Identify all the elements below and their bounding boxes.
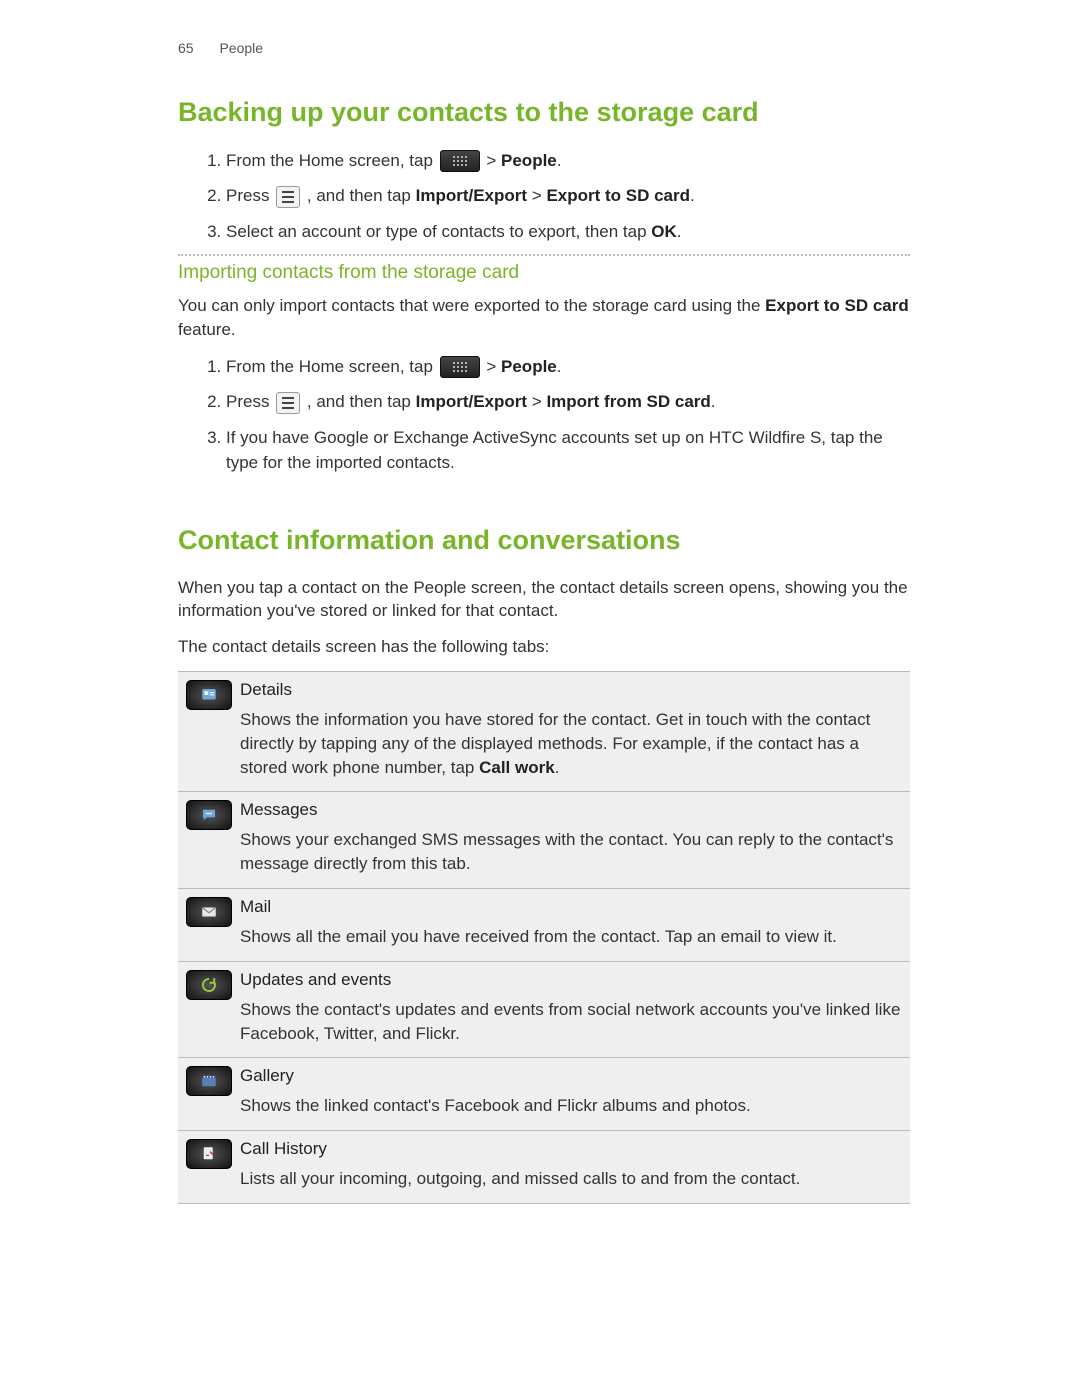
table-row: Messages Shows your exchanged SMS messag… [178,792,910,889]
heading-contact-info: Contact information and conversations [178,524,910,558]
details-icon [186,680,232,710]
section-name: People [219,40,263,56]
backup-step-3: Select an account or type of contacts to… [226,219,910,245]
contact-info-p2: The contact details screen has the follo… [178,635,910,659]
page-header: 65 People [178,40,910,56]
tab-desc: Shows all the email you have received fr… [240,925,902,949]
subheading-import: Importing contacts from the storage card [178,262,910,284]
tab-title: Messages [240,800,902,820]
updates-icon [186,970,232,1000]
heading-backup: Backing up your contacts to the storage … [178,96,910,130]
mail-icon [186,897,232,927]
menu-icon [276,392,300,414]
call-history-icon [186,1139,232,1169]
import-steps-list: From the Home screen, tap > People. Pres… [178,354,910,476]
table-row: Updates and events Shows the contact's u… [178,961,910,1058]
import-step-1: From the Home screen, tap > People. [226,354,910,380]
tab-desc: Lists all your incoming, outgoing, and m… [240,1167,902,1191]
backup-step-2: Press , and then tap Import/Export > Exp… [226,183,910,209]
tab-title: Mail [240,897,902,917]
import-intro: You can only import contacts that were e… [178,294,910,342]
tabs-table: Details Shows the information you have s… [178,671,910,1204]
contact-info-p1: When you tap a contact on the People scr… [178,576,910,624]
table-row: Details Shows the information you have s… [178,671,910,791]
tab-title: Call History [240,1139,902,1159]
messages-icon [186,800,232,830]
menu-icon [276,186,300,208]
gallery-icon [186,1066,232,1096]
tab-desc: Shows the contact's updates and events f… [240,998,902,1046]
tab-title: Updates and events [240,970,902,990]
backup-steps-list: From the Home screen, tap > People. Pres… [178,148,910,245]
table-row: Call History Lists all your incoming, ou… [178,1131,910,1204]
tab-desc: Shows the information you have stored fo… [240,708,902,779]
table-row: Mail Shows all the email you have receiv… [178,888,910,961]
apps-icon [440,150,480,172]
apps-icon [440,356,480,378]
page-number: 65 [178,40,194,56]
tab-title: Details [240,680,902,700]
table-row: Gallery Shows the linked contact's Faceb… [178,1058,910,1131]
import-step-3: If you have Google or Exchange ActiveSyn… [226,425,910,476]
tab-title: Gallery [240,1066,902,1086]
divider [178,254,910,256]
backup-step-1: From the Home screen, tap > People. [226,148,910,174]
import-step-2: Press , and then tap Import/Export > Imp… [226,389,910,415]
tab-desc: Shows the linked contact's Facebook and … [240,1094,902,1118]
tab-desc: Shows your exchanged SMS messages with t… [240,828,902,876]
